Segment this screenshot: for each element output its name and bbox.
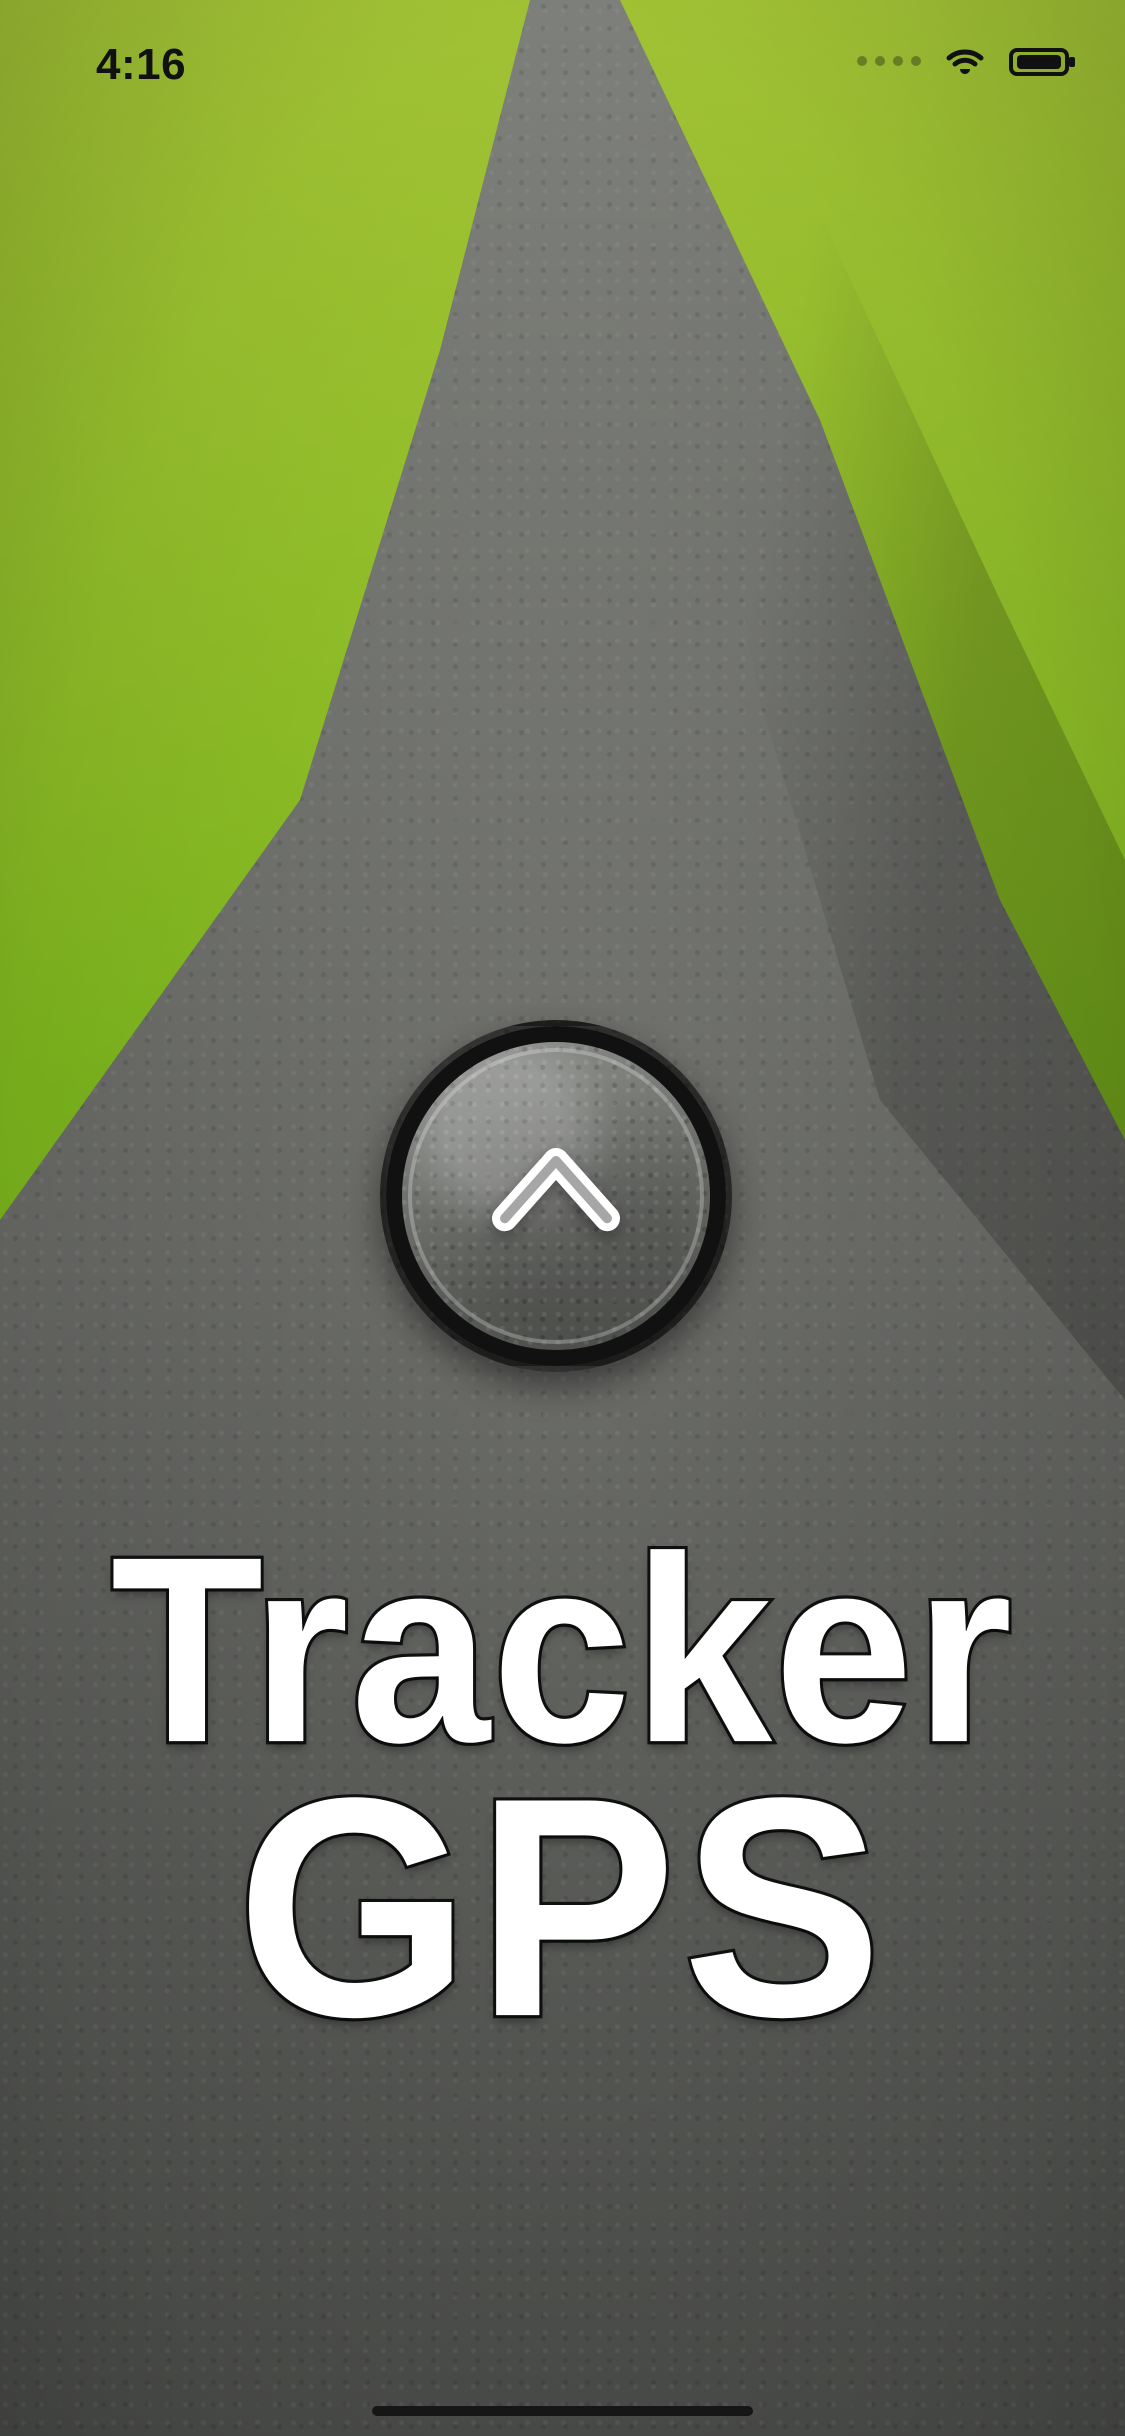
wifi-icon: [946, 49, 984, 74]
cellular-dot: [911, 56, 921, 66]
status-time: 4:16: [96, 40, 187, 89]
cellular-dot: [893, 56, 903, 66]
cellular-dot: [857, 56, 867, 66]
chevron-up-icon: [492, 1148, 620, 1232]
app-title: Tracker GPS: [0, 1514, 1125, 2066]
title-line-2: GPS: [234, 1732, 889, 2082]
start-tracking-button[interactable]: [380, 1020, 732, 1372]
cellular-dot: [875, 56, 885, 66]
battery-icon: [1009, 48, 1075, 76]
launch-screen: 4:16 Tracker GPS: [0, 0, 1125, 2436]
home-indicator[interactable]: [372, 2406, 753, 2416]
status-icons: [857, 44, 1077, 78]
cellular-dots-icon: [857, 56, 921, 66]
status-bar: 4:16: [0, 0, 1125, 130]
